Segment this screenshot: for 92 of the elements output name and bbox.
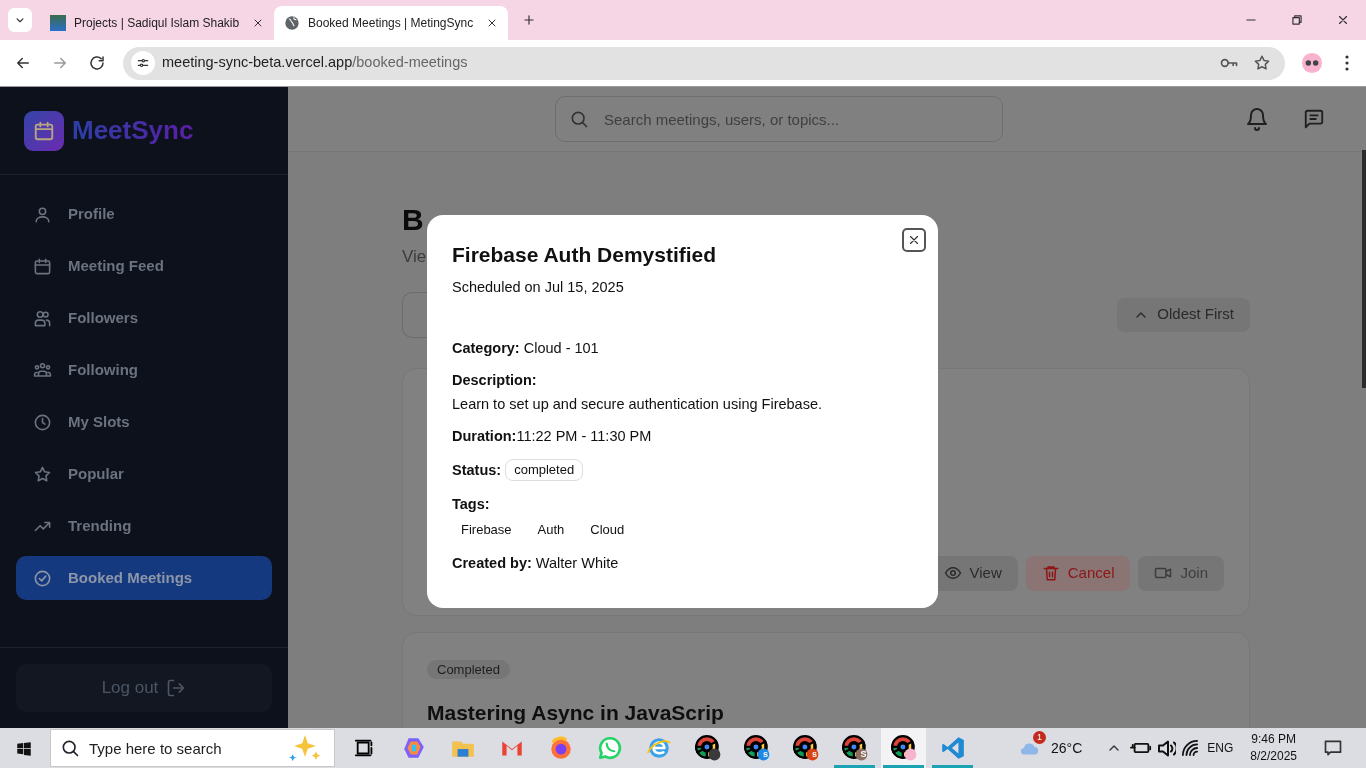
wifi-icon [1182, 740, 1199, 756]
star-icon [1253, 54, 1271, 72]
detail-text: Duration:11:22 PM - 11:30 PM [452, 426, 653, 446]
detail-text: Created by: Walter White [452, 554, 620, 573]
bookmark-button[interactable] [1253, 54, 1271, 72]
status-tag: Completed [427, 659, 510, 679]
close-tab-button[interactable] [486, 17, 498, 29]
restore-icon [1290, 13, 1304, 27]
cancel-button[interactable]: Cancel [1025, 555, 1131, 591]
browser-tab[interactable]: Projects | Sadiqul Islam Shakib [40, 6, 274, 40]
reload-icon [88, 54, 106, 72]
calendar-icon [33, 119, 55, 142]
volume-icon [1158, 739, 1177, 757]
search-icon [569, 109, 589, 129]
favicon-photo [50, 15, 66, 31]
profile-letter: S [859, 748, 868, 760]
field-label: Description: [452, 371, 538, 390]
notifications-button[interactable] [1245, 107, 1269, 131]
sidebar-item[interactable]: Trending [16, 504, 272, 548]
status-tag: completed [505, 458, 584, 482]
people-icon [33, 308, 52, 328]
url-text[interactable]: meeting-sync-beta.vercel.app/booked-meetings [162, 52, 468, 74]
scheduled-date: Scheduled on Jul 15, 2025 [452, 278, 625, 298]
sidebar-item[interactable]: My Slots [16, 400, 272, 444]
person-icon [33, 204, 52, 224]
description-text: Learn to set up and secure authentication using Firebase. [452, 394, 823, 414]
taskbar-app-button[interactable]: S [832, 728, 877, 768]
check-circle-icon [33, 568, 52, 588]
group-icon [33, 360, 52, 380]
profile-button[interactable] [1301, 52, 1323, 74]
reload-button[interactable] [88, 54, 106, 72]
profile-letter: s [811, 748, 818, 760]
sidebar-item[interactable]: Popular [16, 452, 272, 496]
clock-date: 8/2/2025 [1250, 748, 1297, 765]
page-subtitle: Vie [402, 246, 427, 268]
clock-icon [33, 412, 52, 432]
page-heading: B [402, 202, 424, 238]
sidebar-item[interactable]: Meeting Feed [16, 244, 272, 288]
notifications-button[interactable] [1323, 738, 1343, 758]
search-field[interactable]: Search meetings, users, or topics... [555, 96, 1003, 142]
sidebar-item[interactable]: Followers [16, 296, 272, 340]
dialog-title: Firebase Auth Demystified [452, 242, 718, 268]
detail-text: Category: Cloud - 101 [452, 339, 600, 358]
battery-icon [1130, 742, 1153, 754]
chat-bubble-icon [596, 735, 623, 761]
language-indicator: ENG [1207, 740, 1234, 757]
trash-icon [1041, 564, 1060, 582]
taskbar-app-button[interactable]: s [783, 728, 828, 768]
taskbar-app-button[interactable]: s [734, 728, 779, 768]
speech-bubble-icon [1323, 738, 1343, 758]
sidebar-item[interactable]: Profile [16, 192, 272, 236]
close-icon [486, 17, 498, 29]
clock-time: 9:46 PM [1251, 731, 1296, 748]
taskbar-search-field[interactable]: Type here to search [50, 729, 335, 767]
search-icon [60, 738, 80, 758]
meeting-title: Mastering Async in JavaScrip [427, 699, 725, 726]
temperature-text: 26°C [1051, 738, 1083, 758]
logout-button[interactable]: Log out [16, 664, 272, 712]
taskbar-app-button[interactable] [881, 728, 926, 768]
globe-icon [284, 15, 300, 31]
field-label: Status: [452, 460, 502, 480]
tag: Auth [528, 520, 574, 542]
close-icon [252, 17, 264, 29]
tag: Cloud [581, 520, 634, 542]
star-icon [33, 464, 52, 484]
sort-button[interactable]: Oldest First [1117, 297, 1250, 332]
field-label: Tags: [452, 495, 491, 515]
weather-badge: 1 [1033, 731, 1046, 744]
plus-icon [522, 13, 536, 27]
sidebar-item[interactable]: Booked Meetings [16, 556, 272, 600]
eye-icon [943, 564, 962, 582]
message-icon [1303, 108, 1325, 130]
new-tab-button[interactable] [522, 13, 536, 27]
logout-icon [166, 678, 187, 698]
menu-button[interactable] [1345, 55, 1349, 71]
close-icon [1336, 13, 1350, 27]
close-icon [907, 233, 921, 247]
kebab-menu-icon [1345, 55, 1349, 71]
sliders-icon [136, 56, 150, 70]
calendar-icon [33, 256, 52, 276]
close-tab-button[interactable] [252, 17, 264, 29]
close-button[interactable] [902, 228, 926, 252]
e-logo-icon [645, 735, 672, 761]
profile-letter: s [762, 748, 769, 760]
sidebar-item[interactable]: Following [16, 348, 272, 392]
bell-icon [1245, 107, 1269, 131]
browser-tab[interactable]: Booked Meetings | MetingSync [274, 6, 508, 40]
code-editor-icon [939, 735, 966, 761]
tag: Firebase [452, 520, 521, 542]
site-info-button[interactable] [131, 51, 155, 75]
avatar-icon [1301, 52, 1323, 74]
messages-button[interactable] [1303, 108, 1325, 130]
